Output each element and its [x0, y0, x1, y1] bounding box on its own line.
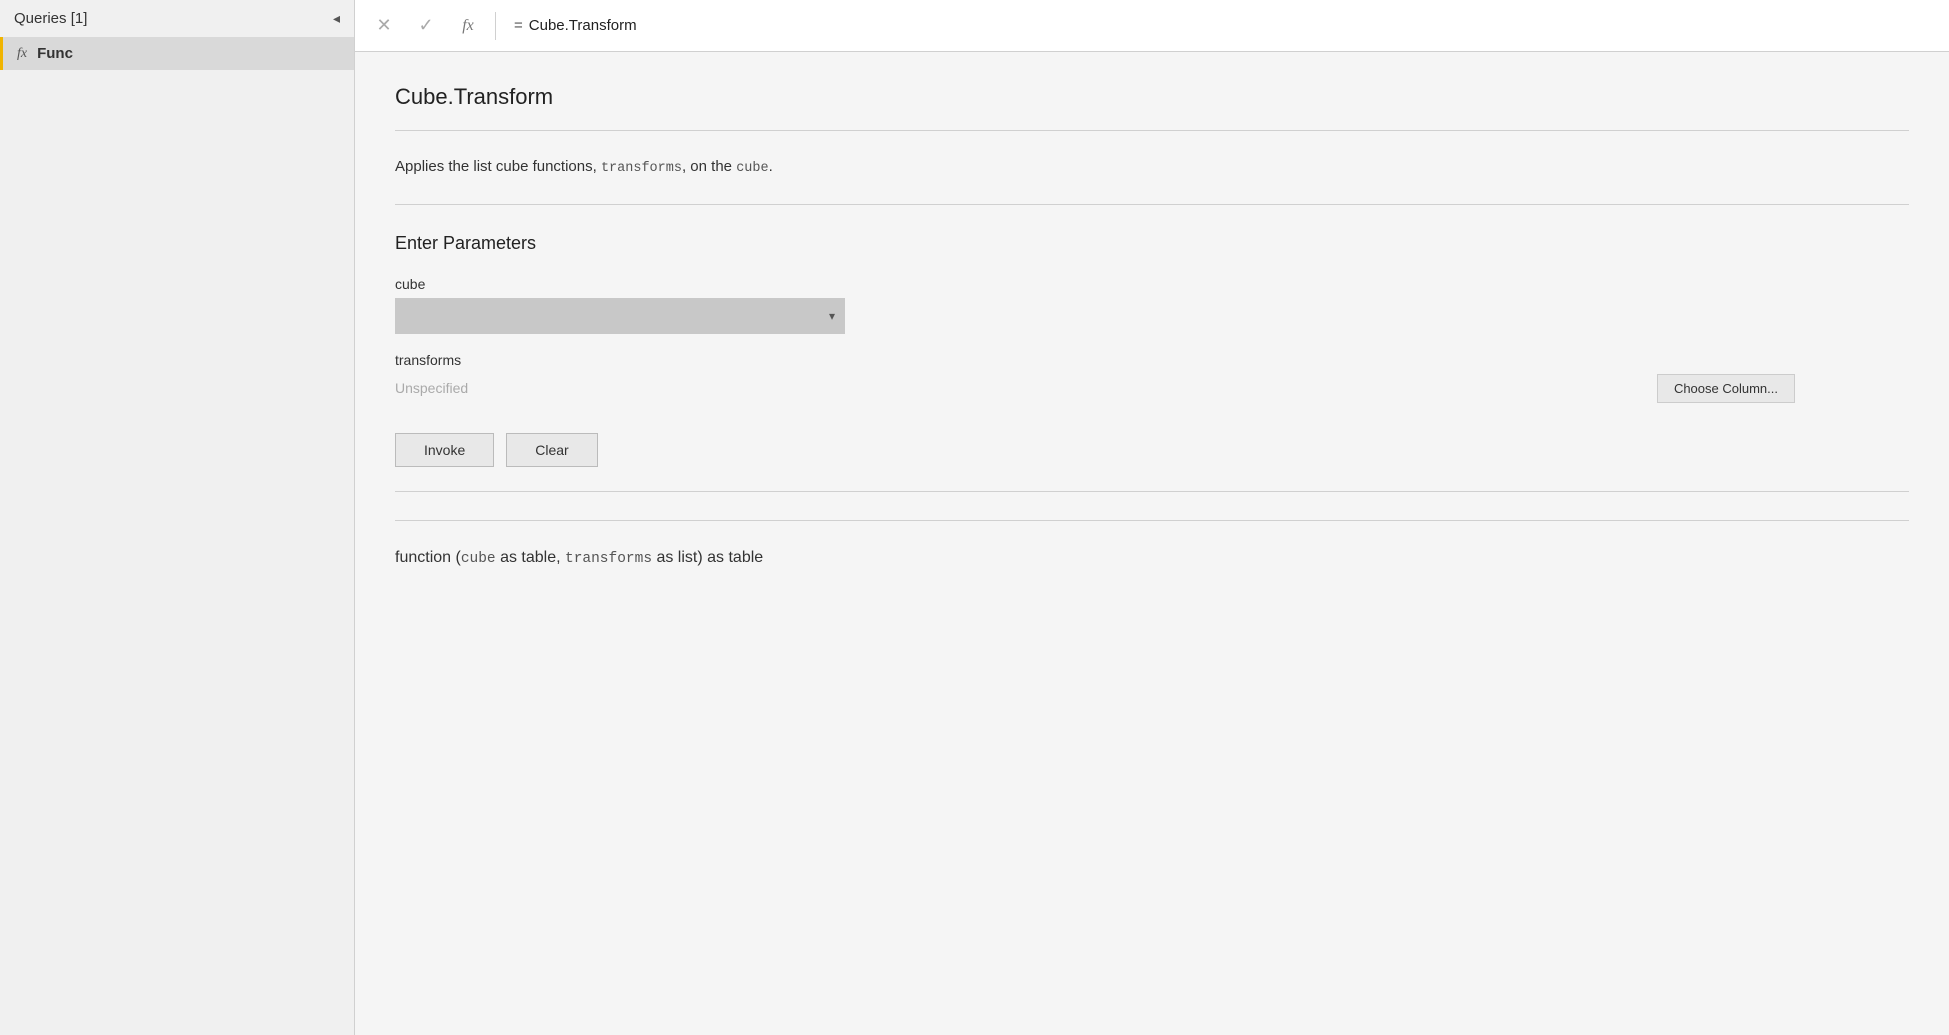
sig-middle1: as table, — [496, 549, 565, 566]
description-prefix: Applies the list cube functions, — [395, 158, 601, 175]
param-unspecified-transforms: Unspecified — [395, 380, 468, 396]
function-signature: function (cube as table, transforms as l… — [395, 545, 1909, 571]
transforms-row: Unspecified Choose Column... — [395, 374, 1795, 403]
description-text: Applies the list cube functions, transfo… — [395, 158, 773, 175]
sidebar-title: Queries [1] — [14, 10, 87, 27]
sidebar: Queries [1] ◂ fx Func — [0, 0, 355, 1035]
sidebar-item-label: Func — [37, 45, 73, 62]
formula-cancel-button[interactable]: ✕ — [365, 7, 403, 45]
formula-bar: ✕ ✓ fx = Cube.Transform — [355, 0, 1949, 52]
description-suffix: . — [769, 158, 773, 175]
formula-equals-sign: = — [514, 17, 523, 34]
description-code2: cube — [736, 161, 768, 176]
formula-expression: Cube.Transform — [529, 17, 637, 34]
cancel-icon: ✕ — [376, 15, 391, 36]
function-signature-section: function (cube as table, transforms as l… — [395, 520, 1909, 571]
sig-code2: transforms — [565, 551, 652, 567]
sig-middle2: as list) as table — [652, 549, 763, 566]
formula-fx-button[interactable]: fx — [449, 7, 487, 45]
clear-button[interactable]: Clear — [506, 433, 597, 467]
formula-input-area[interactable]: = Cube.Transform — [504, 17, 1939, 34]
sidebar-collapse-button[interactable]: ◂ — [333, 10, 340, 27]
sidebar-item-func[interactable]: fx Func — [0, 37, 354, 70]
sig-prefix: function ( — [395, 549, 461, 566]
sig-code1: cube — [461, 551, 496, 567]
collapse-icon: ◂ — [333, 10, 340, 27]
param-label-transforms: transforms — [395, 352, 1909, 368]
content-area: Cube.Transform Applies the list cube fun… — [355, 52, 1949, 1035]
formula-confirm-button[interactable]: ✓ — [407, 7, 445, 45]
action-buttons: Invoke Clear — [395, 433, 1909, 467]
sidebar-header: Queries [1] ◂ — [0, 0, 354, 37]
dropdown-arrow-cube: ▾ — [829, 309, 835, 323]
fx-formula-icon: fx — [462, 17, 474, 35]
param-group-transforms: transforms Unspecified Choose Column... — [395, 352, 1909, 403]
main-area: ✕ ✓ fx = Cube.Transform Cube.Transform A… — [355, 0, 1949, 1035]
confirm-icon: ✓ — [418, 15, 433, 36]
function-title: Cube.Transform — [395, 84, 1909, 131]
parameters-section: Enter Parameters cube ▾ transforms Unspe… — [395, 233, 1909, 492]
param-group-cube: cube ▾ — [395, 276, 1909, 334]
description-middle: , on the — [682, 158, 736, 175]
invoke-button[interactable]: Invoke — [395, 433, 494, 467]
param-dropdown-cube[interactable]: ▾ — [395, 298, 845, 334]
fx-icon: fx — [17, 46, 27, 62]
parameters-title: Enter Parameters — [395, 233, 1909, 254]
choose-column-button[interactable]: Choose Column... — [1657, 374, 1795, 403]
param-label-cube: cube — [395, 276, 1909, 292]
description-code1: transforms — [601, 161, 682, 176]
description-section: Applies the list cube functions, transfo… — [395, 155, 1909, 205]
formula-divider — [495, 12, 496, 40]
